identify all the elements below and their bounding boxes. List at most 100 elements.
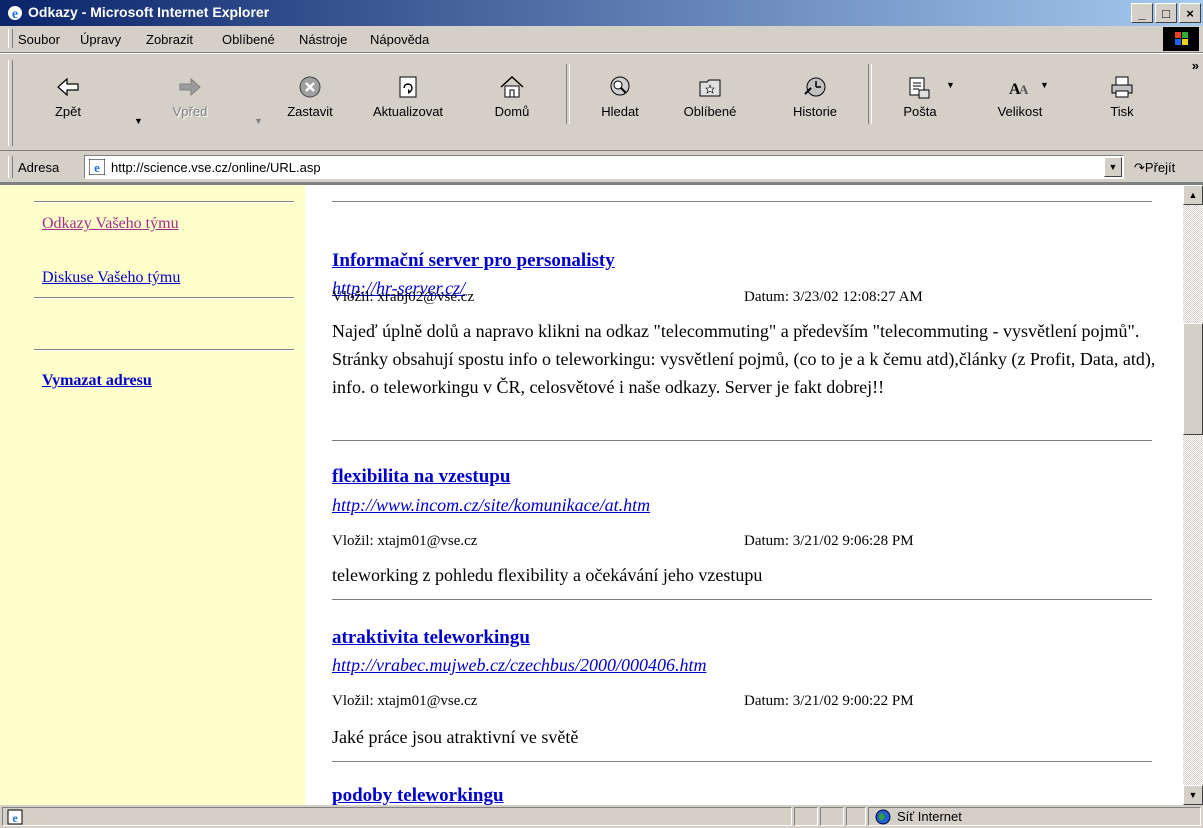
menu-napoveda[interactable]: Nápověda <box>370 32 429 47</box>
window-title: Odkazy - Microsoft Internet Explorer <box>28 4 270 20</box>
mail-button[interactable]: Pošta <box>888 54 952 150</box>
item-url-link[interactable]: http://www.incom.cz/site/komunikace/at.h… <box>332 495 650 516</box>
forward-dropdown-icon[interactable]: ▼ <box>254 116 263 126</box>
internet-globe-icon <box>875 809 891 825</box>
left-sidebar: Odkazy Vašeho týmu Diskuse Vašeho týmu V… <box>0 185 305 805</box>
address-label: Adresa <box>18 160 60 175</box>
item-divider <box>332 440 1152 442</box>
item-title-link[interactable]: Informační server pro personalisty <box>332 250 615 272</box>
status-panel <box>820 807 844 826</box>
search-button[interactable]: Hledat <box>590 54 650 150</box>
item-divider <box>332 599 1152 601</box>
team-discussion-link[interactable]: Diskuse Vašeho týmu <box>42 269 180 287</box>
menu-nastroje[interactable]: Nástroje <box>299 32 347 47</box>
status-main-panel: e <box>2 807 792 826</box>
size-button[interactable]: AA Velikost <box>984 54 1056 150</box>
menu-oblibene[interactable]: Oblíbené <box>222 32 275 47</box>
toolbar-separator <box>868 64 872 124</box>
address-bar: Adresa e http://science.vse.cz/online/UR… <box>0 152 1203 183</box>
item-divider <box>332 761 1152 763</box>
favorites-folder-icon <box>699 79 721 97</box>
address-url: http://science.vse.cz/online/URL.asp <box>111 160 321 175</box>
mail-dropdown-icon[interactable]: ▼ <box>946 80 955 90</box>
item-author: Vložil: xrabj02@vse.cz <box>332 289 475 305</box>
maximize-button[interactable]: □ <box>1155 3 1177 23</box>
item-title-link[interactable]: podoby teleworkingu <box>332 785 504 805</box>
forward-button[interactable]: Vpřed <box>160 54 220 150</box>
close-button[interactable]: × <box>1179 3 1201 23</box>
status-panel <box>794 807 818 826</box>
history-button[interactable]: Historie <box>782 54 848 150</box>
ie-logo-icon: e <box>8 6 22 22</box>
forward-label: Vpřed <box>172 104 208 119</box>
scroll-up-icon[interactable]: ▲ <box>1183 185 1203 205</box>
font-size-icon: AA <box>1009 81 1029 98</box>
favorites-button[interactable]: Oblíbené <box>672 54 748 150</box>
stop-icon <box>299 76 321 98</box>
sidebar-divider <box>34 349 294 351</box>
item-url-link[interactable]: http://vrabec.mujweb.cz/czechbus/2000/00… <box>332 655 706 676</box>
go-arrow-icon: ↷ <box>1134 160 1145 175</box>
favorites-label: Oblíbené <box>683 104 737 119</box>
item-title-link[interactable]: flexibilita na vzestupu <box>332 466 510 488</box>
menu-grip <box>8 29 13 48</box>
history-label: Historie <box>792 104 838 119</box>
home-label: Domů <box>494 104 530 119</box>
status-bar: e Síť Internet <box>0 805 1203 828</box>
refresh-button[interactable]: Aktualizovat <box>362 54 454 150</box>
svg-text:A: A <box>1019 82 1029 97</box>
back-button[interactable]: Zpět <box>40 54 96 150</box>
toolbar-separator <box>566 64 570 124</box>
title-bar: e Odkazy - Microsoft Internet Explorer _… <box>0 0 1203 26</box>
size-label: Velikost <box>997 104 1043 119</box>
item-description: Najeď úplně dolů a napravo klikni na odk… <box>332 321 1156 397</box>
history-icon <box>804 77 826 97</box>
page-status-icon: e <box>7 809 23 825</box>
links-list: Informační server pro personalisty http:… <box>332 185 1182 805</box>
windows-logo-icon <box>1163 27 1199 51</box>
scroll-thumb[interactable] <box>1183 323 1203 435</box>
home-button[interactable]: Domů <box>484 54 540 150</box>
print-label: Tisk <box>1110 104 1134 119</box>
standard-toolbar: Zpět ▼ Vpřed ▼ Zastavit Aktualizovat Dom… <box>0 53 1203 151</box>
printer-icon <box>1111 76 1133 98</box>
size-dropdown-icon[interactable]: ▼ <box>1040 80 1049 90</box>
go-button[interactable]: ↷Přejít <box>1134 160 1175 176</box>
clear-address-link[interactable]: Vymazat adresu <box>42 372 152 390</box>
page-ie-icon: e <box>89 159 105 175</box>
item-description: teleworking z pohledu flexibility a oček… <box>332 565 763 585</box>
minimize-button[interactable]: _ <box>1131 3 1153 23</box>
item-date: Datum: 3/21/02 9:06:28 PM <box>744 533 914 549</box>
item-title-link[interactable]: atraktivita teleworkingu <box>332 627 530 649</box>
toolbar-grip <box>8 60 13 146</box>
menu-zobrazit[interactable]: Zobrazit <box>146 32 193 47</box>
address-dropdown-icon[interactable]: ▼ <box>1104 157 1122 177</box>
item-date: Datum: 3/23/02 12:08:27 AM <box>744 289 923 305</box>
status-zone: Síť Internet <box>897 809 962 824</box>
browser-window: e Odkazy - Microsoft Internet Explorer _… <box>0 0 1203 828</box>
item-author: Vložil: xtajm01@vse.cz <box>332 533 478 549</box>
home-icon <box>500 75 524 98</box>
sidebar-divider <box>34 201 294 203</box>
address-input[interactable]: e http://science.vse.cz/online/URL.asp ▼ <box>84 155 1124 179</box>
vertical-scrollbar[interactable]: ▲ ▼ <box>1183 185 1203 805</box>
menu-soubor[interactable]: Soubor <box>18 32 60 47</box>
address-grip <box>8 156 13 178</box>
refresh-icon <box>399 76 417 98</box>
print-button[interactable]: Tisk <box>1094 54 1150 150</box>
svg-text:e: e <box>12 811 18 825</box>
back-dropdown-icon[interactable]: ▼ <box>134 116 143 126</box>
search-icon <box>610 76 630 96</box>
mail-icon <box>909 77 930 99</box>
team-links-link[interactable]: Odkazy Vašeho týmu <box>42 215 179 233</box>
back-arrow-icon <box>57 77 79 97</box>
status-zone-panel: Síť Internet <box>868 807 1201 826</box>
scroll-down-icon[interactable]: ▼ <box>1183 785 1203 805</box>
item-divider <box>332 201 1152 203</box>
stop-button[interactable]: Zastavit <box>278 54 342 150</box>
page-viewport: Odkazy Vašeho týmu Diskuse Vašeho týmu V… <box>0 183 1203 805</box>
back-label: Zpět <box>54 104 81 119</box>
menu-upravy[interactable]: Úpravy <box>80 32 121 47</box>
item-author: Vložil: xtajm01@vse.cz <box>332 693 478 709</box>
toolbar-more-chevron[interactable]: » <box>1192 58 1199 73</box>
